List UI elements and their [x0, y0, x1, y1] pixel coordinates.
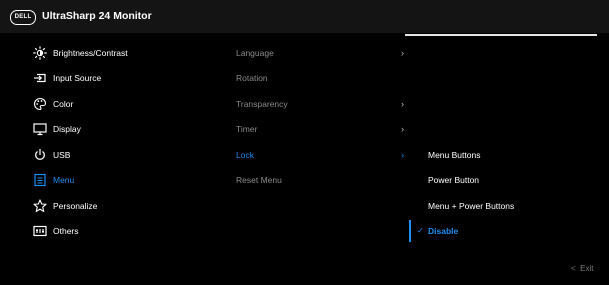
submenu-item-label: Reset Menu	[236, 175, 282, 185]
menu-item-label: USB	[53, 150, 71, 160]
submenu-item-timer[interactable]: Timer ›	[236, 119, 406, 139]
chevron-right-icon: ›	[401, 99, 404, 109]
chevron-right-icon: ›	[401, 150, 404, 160]
menu-item-usb[interactable]: USB	[0, 145, 200, 165]
submenu-item-label: Transparency	[236, 99, 288, 109]
submenu-item-language[interactable]: Language ›	[236, 43, 406, 63]
option-menu-buttons[interactable]: Menu Buttons	[428, 145, 598, 165]
chevron-right-icon: ›	[401, 124, 404, 134]
submenu-item-transparency[interactable]: Transparency ›	[236, 94, 406, 114]
menu-item-label: Color	[53, 99, 74, 109]
option-menu-power-buttons[interactable]: Menu + Power Buttons	[428, 196, 598, 216]
menu-item-label: Menu	[53, 175, 75, 185]
option-label: Power Button	[428, 175, 480, 185]
menu-item-others[interactable]: Others	[0, 221, 200, 241]
submenu-item-lock[interactable]: Lock ›	[236, 145, 406, 165]
others-icon	[33, 224, 47, 238]
chevron-right-icon: ›	[401, 48, 404, 58]
submenu-item-reset-menu[interactable]: Reset Menu	[236, 170, 406, 190]
option-disable[interactable]: Disable	[428, 221, 598, 241]
menu-item-label: Others	[53, 226, 79, 236]
option-label: Menu + Power Buttons	[428, 201, 515, 211]
input-source-icon	[33, 71, 47, 85]
menu-icon	[33, 173, 47, 187]
menu-item-label: Input Source	[53, 73, 102, 83]
brightness-icon	[33, 46, 47, 60]
menu-item-label: Display	[53, 124, 81, 134]
submenu-item-label: Rotation	[236, 73, 268, 83]
title-bar: DELL UltraSharp 24 Monitor	[0, 0, 609, 33]
color-palette-icon	[33, 97, 47, 111]
display-icon	[33, 122, 47, 136]
submenu-item-label: Language	[236, 48, 274, 58]
submenu-item-label: Timer	[236, 124, 258, 134]
monitor-title: UltraSharp 24 Monitor	[42, 10, 152, 22]
star-icon	[33, 199, 47, 213]
submenu-item-label: Lock	[236, 150, 254, 160]
chevron-left-icon: <	[571, 264, 576, 273]
exit-label: Exit	[580, 264, 594, 273]
option-label: Menu Buttons	[428, 150, 481, 160]
selected-option-bar	[409, 220, 411, 242]
menu-item-brightness-contrast[interactable]: Brightness/Contrast	[0, 43, 200, 63]
selection-indicator-line	[405, 34, 597, 36]
dell-logo: DELL	[10, 10, 36, 25]
menu-item-personalize[interactable]: Personalize	[0, 196, 200, 216]
menu-item-menu[interactable]: Menu	[0, 170, 200, 190]
option-power-button[interactable]: Power Button	[428, 170, 598, 190]
submenu-item-rotation[interactable]: Rotation	[236, 68, 406, 88]
checkmark-icon: ✓	[417, 226, 424, 235]
exit-button[interactable]: < Exit	[571, 264, 593, 273]
menu-item-label: Brightness/Contrast	[53, 48, 128, 58]
usb-icon	[33, 148, 47, 162]
menu-item-input-source[interactable]: Input Source	[0, 68, 200, 88]
menu-item-display[interactable]: Display	[0, 119, 200, 139]
menu-item-color[interactable]: Color	[0, 94, 200, 114]
menu-item-label: Personalize	[53, 201, 98, 211]
option-label: Disable	[428, 226, 459, 236]
